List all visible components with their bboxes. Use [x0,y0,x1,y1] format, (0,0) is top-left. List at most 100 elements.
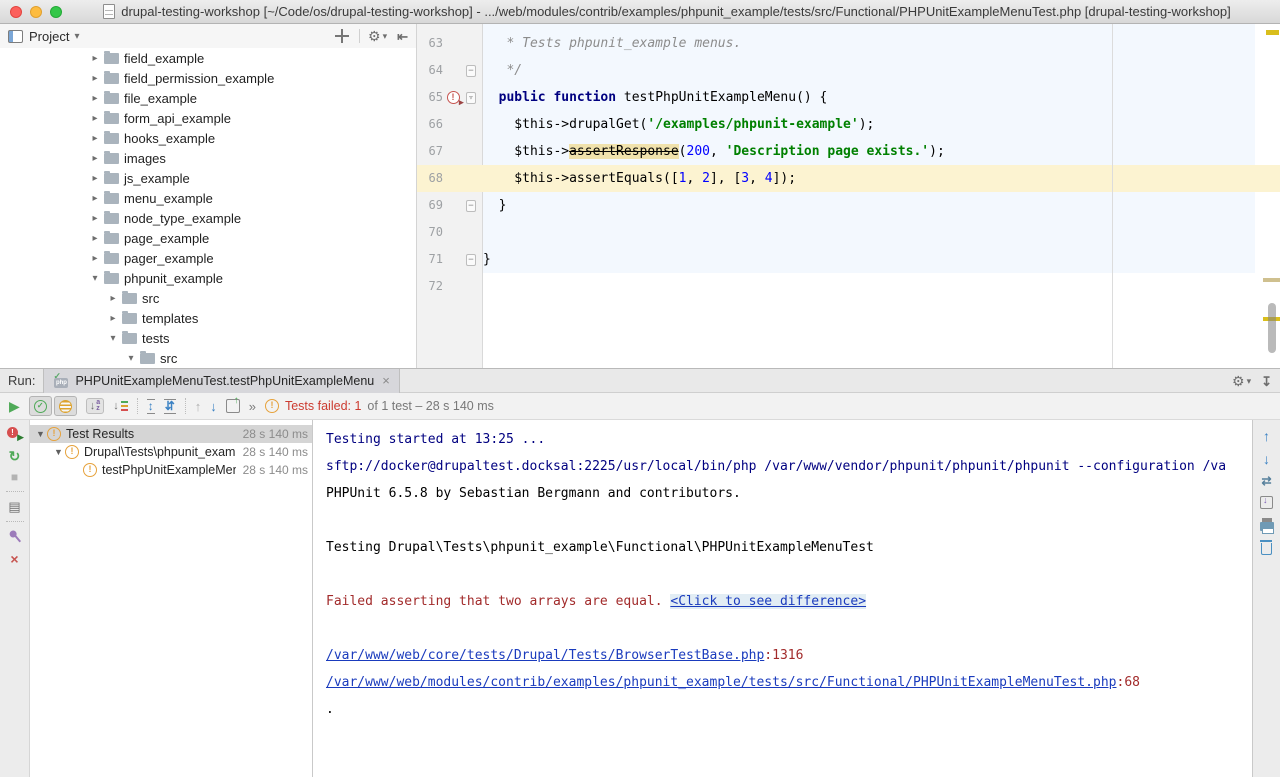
test-history-button[interactable]: ↑ [226,399,240,413]
expander-icon[interactable]: ▸ [88,53,102,64]
more-actions-chevrons[interactable]: » [249,399,256,414]
sort-by-duration-button[interactable]: ↓ [113,400,128,412]
expander-icon[interactable]: ▸ [88,73,102,84]
tree-item-js_example[interactable]: ▸js_example [0,168,416,188]
tree-item-menu_example[interactable]: ▸menu_example [0,188,416,208]
tree-item-form_api_example[interactable]: ▸form_api_example [0,108,416,128]
code-token: } [483,198,506,213]
close-tab-icon[interactable]: × [382,373,390,388]
tree-item-file_example[interactable]: ▸file_example [0,88,416,108]
tree-item-tests[interactable]: ▾tests [0,328,416,348]
console-link[interactable]: /var/www/web/core/tests/Drupal/Tests/Bro… [326,648,764,663]
chevron-down-icon[interactable]: ▾ [383,31,388,42]
code-line[interactable]: $this->assertEquals([1, 2], [3, 4]); [483,165,945,192]
show-ignored-toggle[interactable] [54,396,77,416]
test-failed-gutter-icon[interactable]: ! [447,91,460,104]
rerun-failed-tests-icon[interactable]: !▶ [7,427,22,441]
scroll-to-end-icon[interactable]: ↓ [1260,496,1273,509]
down-the-stacktrace-icon[interactable]: ↓ [1263,452,1270,466]
tree-item-field_example[interactable]: ▸field_example [0,48,416,68]
editor-scrollbar-thumb[interactable] [1268,303,1276,353]
chevron-down-icon[interactable]: ▾ [74,31,79,42]
expander-icon[interactable]: ▼ [34,429,47,439]
test-tree-row[interactable]: ▼!Test Results28 s 140 ms [30,425,312,443]
tree-item-templates[interactable]: ▸templates [0,308,416,328]
expander-icon[interactable]: ▾ [106,333,120,344]
chevron-down-icon[interactable]: ▾ [1247,376,1252,387]
scroll-from-source-icon[interactable] [335,29,349,43]
expander-icon[interactable]: ▸ [88,253,102,264]
expander-icon[interactable]: ▼ [52,447,65,457]
clear-all-icon[interactable] [1261,543,1272,555]
code-line[interactable]: $this->drupalGet('/examples/phpunit-exam… [483,111,945,138]
code-line[interactable] [483,273,945,300]
fold-marker-icon[interactable]: − [466,65,476,77]
up-the-stacktrace-icon[interactable]: ↑ [1263,429,1270,443]
sort-alphabetically-toggle[interactable]: ↓ az [86,398,104,414]
tree-item-page_example[interactable]: ▸page_example [0,228,416,248]
rerun-tests-button[interactable]: ▶ [9,399,20,413]
console-link[interactable]: <Click to see difference> [670,594,866,609]
project-panel-title[interactable]: Project [29,29,69,44]
code-line[interactable]: public function testPhpUnitExampleMenu()… [483,84,945,111]
tree-item-pager_example[interactable]: ▸ pager_example [0,248,416,268]
tree-item-images[interactable]: ▸images [0,148,416,168]
code-line[interactable]: */ [483,57,945,84]
soft-wrap-icon[interactable]: ⇄ [1261,475,1271,487]
expander-icon[interactable]: ▸ [88,193,102,204]
warning-stripe-mark[interactable] [1266,30,1279,35]
expander-icon[interactable]: ▸ [88,173,102,184]
warning-stripe-mark[interactable] [1263,278,1280,282]
expander-icon[interactable]: ▸ [88,113,102,124]
code-lines[interactable]: * Tests phpunit_example menus. */ public… [483,30,945,300]
expand-all-button[interactable]: ↕ [147,399,155,414]
code-line[interactable]: } [483,192,945,219]
next-failed-test-button[interactable]: ↓ [210,399,217,414]
editor[interactable]: 6364−65!▿66676869−7071−72 * Tests phpuni… [417,24,1280,368]
hide-panel-icon[interactable]: ⇤ [397,30,408,43]
expander-icon[interactable]: ▸ [106,293,120,304]
gear-icon[interactable]: ⚙ [1232,374,1245,388]
code-line[interactable] [483,219,945,246]
fold-marker-icon[interactable]: − [466,200,476,212]
window-minimize-button[interactable] [30,6,42,18]
show-passed-toggle[interactable]: ✓ [29,396,52,416]
previous-failed-test-button[interactable]: ↑ [195,399,202,414]
expander-icon[interactable]: ▸ [88,233,102,244]
tree-item-field_permission_example[interactable]: ▸field_permission_example [0,68,416,88]
fold-marker-icon[interactable]: ▿ [466,92,476,104]
window-close-button[interactable] [10,6,22,18]
collapse-all-button[interactable]: ⇵ [164,399,176,414]
window-zoom-button[interactable] [50,6,62,18]
restore-layout-icon[interactable]: ▤ [8,500,20,513]
hide-panel-icon[interactable]: ↧ [1261,375,1272,388]
expander-icon[interactable]: ▾ [124,353,138,364]
expander-icon[interactable]: ▸ [88,133,102,144]
tree-item-src[interactable]: ▾src [0,348,416,368]
expander-icon[interactable]: ▾ [88,273,102,284]
test-tree-row[interactable]: ▼!Drupal\Tests\phpunit_example\Functiona… [30,443,312,461]
tree-item-src[interactable]: ▸src [0,288,416,308]
expander-icon[interactable]: ▸ [88,93,102,104]
code-line[interactable]: } [483,246,945,273]
expander-icon[interactable]: ▸ [88,153,102,164]
gear-icon[interactable]: ⚙ [368,29,381,43]
editor-error-stripe[interactable] [1255,24,1280,368]
stop-icon[interactable]: ■ [11,471,18,483]
tree-item-hooks_example[interactable]: ▸hooks_example [0,128,416,148]
close-icon[interactable]: × [10,552,18,566]
test-tree-row[interactable]: !testPhpUnitExampleMenu28 s 140 ms [30,461,312,479]
tree-item-node_type_example[interactable]: ▸node_type_example [0,208,416,228]
pin-tab-icon[interactable] [5,527,25,547]
run-configuration-tab[interactable]: ✓ php PHPUnitExampleMenuTest.testPhpUnit… [43,369,399,393]
console-link[interactable]: /var/www/web/modules/contrib/examples/ph… [326,675,1117,690]
tree-item-label: pager_example [124,251,214,266]
code-line[interactable]: * Tests phpunit_example menus. [483,30,945,57]
rerun-icon[interactable]: ↻ [9,449,21,463]
print-icon[interactable] [1260,522,1274,531]
expander-icon[interactable]: ▸ [106,313,120,324]
tree-item-phpunit_example[interactable]: ▾phpunit_example [0,268,416,288]
fold-marker-icon[interactable]: − [466,254,476,266]
code-line[interactable]: $this->assertResponse(200, 'Description … [483,138,945,165]
expander-icon[interactable]: ▸ [88,213,102,224]
